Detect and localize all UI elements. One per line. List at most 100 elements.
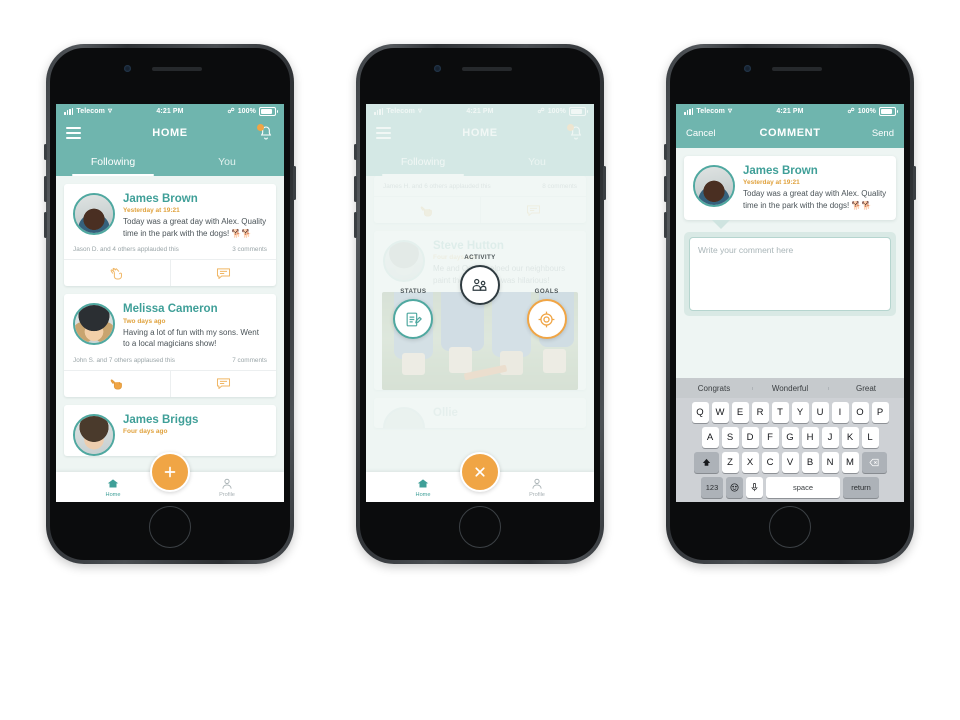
tab-you[interactable]: You — [480, 148, 594, 176]
key-y[interactable]: Y — [791, 402, 809, 423]
volume-up-button[interactable] — [354, 176, 357, 202]
power-button[interactable] — [913, 166, 916, 200]
hamburger-menu-icon[interactable] — [66, 127, 81, 139]
numbers-key[interactable]: 123 — [701, 477, 723, 498]
tab-following[interactable]: Following — [56, 148, 170, 176]
key-x[interactable]: X — [741, 452, 759, 473]
on-screen-keyboard: Q W E R T Y U I O P A S D F G H J K L Z … — [676, 398, 904, 502]
avatar[interactable] — [73, 303, 115, 346]
create-post-fab[interactable] — [150, 452, 190, 492]
key-r[interactable]: R — [751, 402, 769, 423]
key-g[interactable]: G — [781, 427, 799, 448]
avatar[interactable] — [73, 413, 115, 456]
comment-count-label[interactable]: 8 comments — [542, 183, 577, 190]
key-w[interactable]: W — [711, 402, 729, 423]
power-button[interactable] — [603, 166, 606, 200]
key-c[interactable]: C — [761, 452, 779, 473]
avatar[interactable] — [73, 193, 115, 235]
key-n[interactable]: N — [821, 452, 839, 473]
key-b[interactable]: B — [801, 452, 819, 473]
action-goals[interactable]: GOALS — [526, 288, 567, 339]
applaud-button[interactable] — [374, 197, 480, 223]
post-card[interactable]: Ollie — [374, 398, 586, 429]
feed-tabs: Following You — [56, 148, 284, 176]
pencil-note-icon[interactable] — [393, 299, 434, 339]
notification-bell-icon[interactable] — [257, 124, 274, 141]
comment-input[interactable]: Write your comment here — [689, 237, 891, 312]
key-l[interactable]: L — [861, 427, 879, 448]
comment-button[interactable] — [479, 197, 587, 223]
smiley-face-icon[interactable] — [726, 477, 743, 498]
wifi-icon: ▿ — [727, 106, 733, 115]
comment-count-label[interactable]: 7 comments — [232, 357, 267, 364]
avatar[interactable] — [693, 165, 735, 207]
volume-down-button[interactable] — [44, 212, 47, 238]
home-button[interactable] — [149, 506, 191, 548]
backspace-icon[interactable] — [861, 452, 887, 473]
shift-arrow-icon[interactable] — [693, 452, 719, 473]
power-button[interactable] — [293, 166, 296, 200]
key-a[interactable]: A — [701, 427, 719, 448]
bluetooth-icon: ☍ — [537, 108, 545, 115]
post-card[interactable]: James Brown Yesterday at 19:21 Today was… — [64, 184, 277, 287]
key-s[interactable]: S — [721, 427, 739, 448]
target-icon[interactable] — [526, 299, 567, 339]
tab-you[interactable]: You — [170, 148, 284, 176]
volume-down-button[interactable] — [664, 212, 667, 238]
home-button[interactable] — [459, 506, 501, 548]
comment-button[interactable] — [169, 370, 277, 397]
key-q[interactable]: Q — [691, 402, 709, 423]
suggestion-great[interactable]: Great — [828, 384, 904, 393]
close-menu-fab[interactable] — [460, 452, 500, 492]
key-m[interactable]: M — [841, 452, 859, 473]
comment-button[interactable] — [169, 260, 277, 287]
key-f[interactable]: F — [761, 427, 779, 448]
notification-bell-icon[interactable] — [567, 124, 584, 141]
applaud-button[interactable] — [64, 260, 170, 286]
action-status[interactable]: STATUS — [393, 288, 434, 339]
key-d[interactable]: D — [741, 427, 759, 448]
key-k[interactable]: K — [841, 427, 859, 448]
post-card[interactable]: James Briggs Four days ago — [64, 404, 276, 456]
silent-switch[interactable] — [664, 144, 667, 160]
home-button[interactable] — [769, 506, 811, 548]
suggestion-wonderful[interactable]: Wonderful — [752, 384, 828, 393]
signal-bars-icon — [374, 107, 384, 115]
cancel-button[interactable]: Cancel — [686, 128, 716, 139]
action-activity[interactable]: ACTIVITY — [459, 254, 500, 305]
post-meta: John S. and 7 others applaused this 7 co… — [64, 350, 276, 370]
key-o[interactable]: O — [851, 402, 869, 423]
earpiece-speaker — [772, 67, 822, 71]
key-u[interactable]: U — [811, 402, 829, 423]
microphone-icon[interactable] — [746, 477, 763, 498]
send-button[interactable]: Send — [872, 128, 894, 139]
status-bar: Telecom ▿ 4:21 PM ☍ 100% — [56, 104, 284, 118]
key-p[interactable]: P — [871, 402, 889, 423]
suggestion-congrats[interactable]: Congrats — [676, 384, 752, 393]
people-group-icon[interactable] — [459, 265, 500, 305]
tab-following[interactable]: Following — [366, 148, 480, 176]
silent-switch[interactable] — [354, 144, 357, 160]
post-timestamp: Four days ago — [123, 428, 168, 436]
volume-up-button[interactable] — [44, 176, 47, 202]
post-card[interactable]: Melissa Cameron Two days ago Having a lo… — [64, 294, 277, 397]
comment-count-label[interactable]: 3 comments — [232, 246, 267, 253]
hamburger-menu-icon[interactable] — [376, 127, 391, 139]
volume-down-button[interactable] — [354, 212, 357, 238]
silent-switch[interactable] — [44, 144, 47, 160]
volume-up-button[interactable] — [664, 176, 667, 202]
key-i[interactable]: I — [831, 402, 849, 423]
applaud-button[interactable] — [64, 371, 170, 397]
key-t[interactable]: T — [771, 402, 789, 423]
key-v[interactable]: V — [781, 452, 799, 473]
avatar[interactable] — [383, 407, 425, 429]
key-z[interactable]: Z — [721, 452, 739, 473]
screen-1: Telecom ▿ 4:21 PM ☍ 100% HOME Following … — [56, 104, 284, 502]
carrier-label: Telecom — [386, 107, 415, 115]
key-h[interactable]: H — [801, 427, 819, 448]
key-j[interactable]: J — [821, 427, 839, 448]
key-e[interactable]: E — [731, 402, 749, 423]
return-key[interactable]: return — [843, 477, 879, 498]
post-card[interactable]: James H. and 6 others applauded this 8 c… — [374, 176, 586, 223]
space-key[interactable]: space — [766, 477, 840, 498]
